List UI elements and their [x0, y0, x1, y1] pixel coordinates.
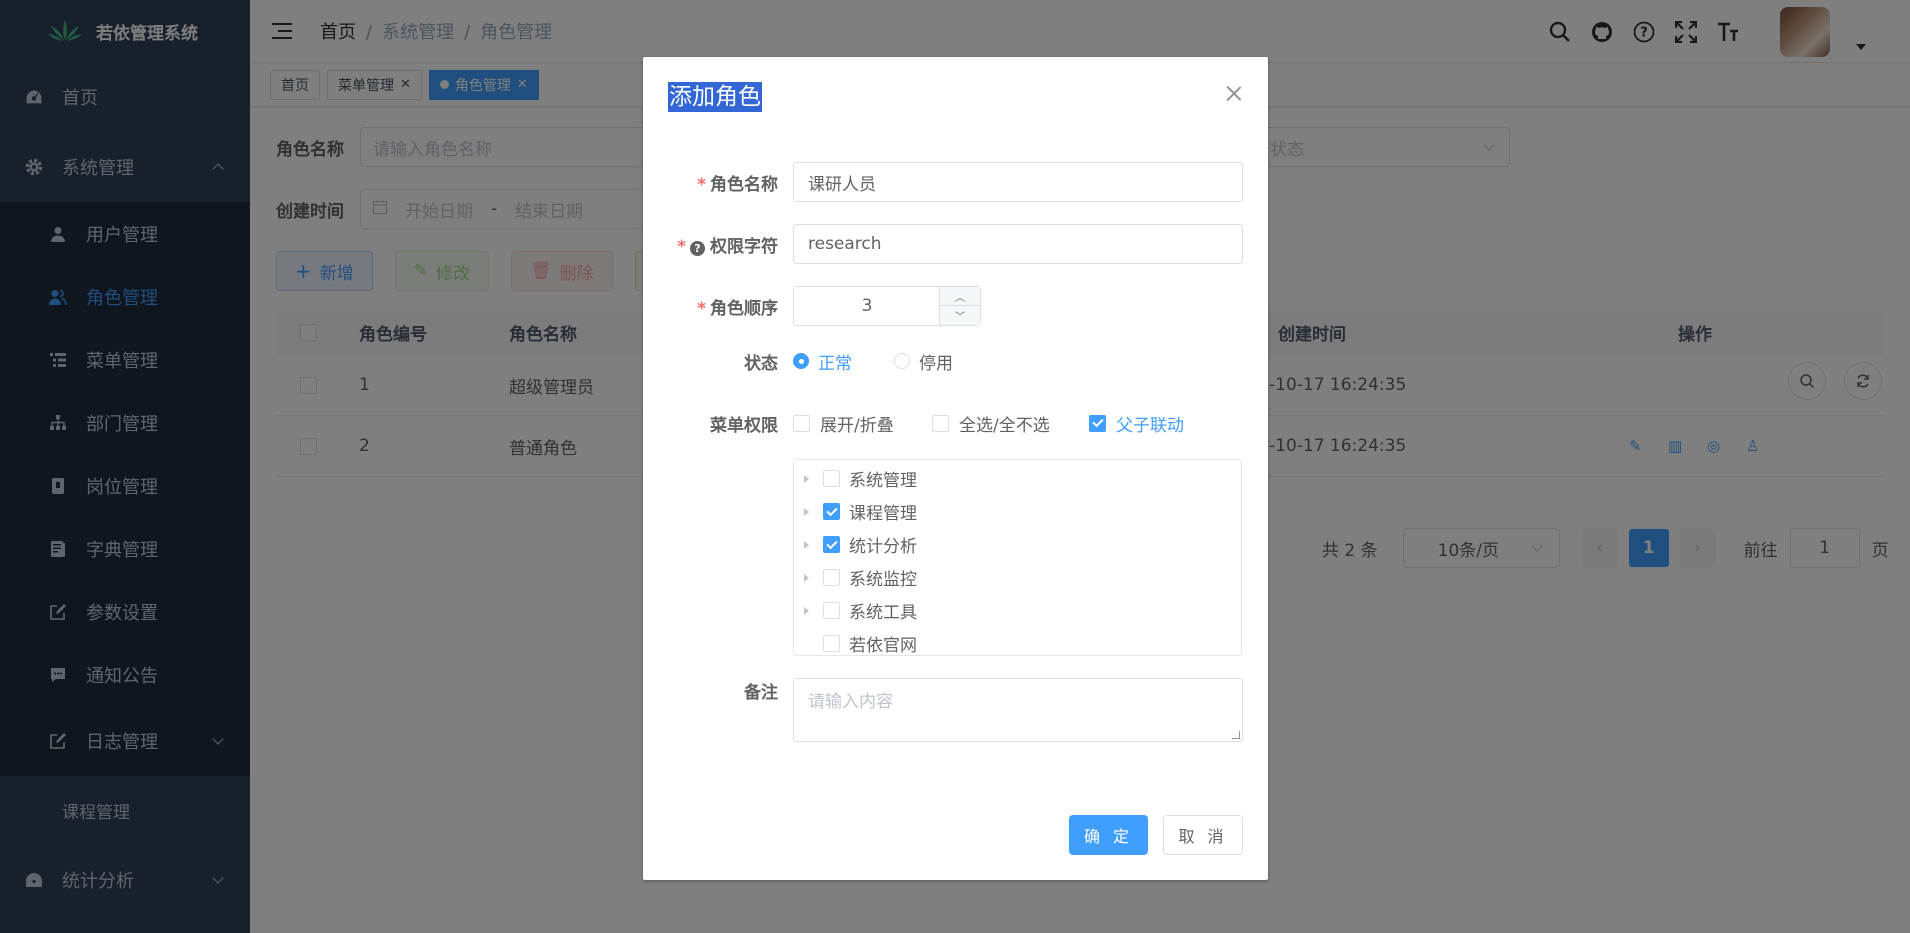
menu-tree: 系统管理 课程管理 统计分析 系统监控 系统工具 若依官网 [793, 459, 1242, 656]
resize-handle-icon[interactable] [1232, 731, 1240, 739]
chevron-up-icon[interactable]: ︿ [940, 287, 980, 306]
tree-node[interactable]: 系统管理 [794, 462, 1241, 495]
status-label: 状态 [744, 353, 778, 374]
tree-node[interactable]: 系统监控 [794, 561, 1241, 594]
select-all-checkbox[interactable]: 全选/全不选 [932, 411, 1050, 436]
perm-label: *? 权限字符 [677, 236, 778, 257]
select-all-label: 全选/全不选 [959, 415, 1050, 436]
radio-unchecked-icon [894, 353, 910, 369]
status-disabled-label: 停用 [919, 353, 953, 374]
perm-row: *? 权限字符 research [643, 224, 1268, 264]
order-row: * 角色顺序 3 ︿ ﹀ [643, 286, 1268, 326]
checkbox-unchecked [793, 414, 810, 432]
dialog-title: 添加角色 [668, 82, 762, 112]
tree-node[interactable]: 系统工具 [794, 594, 1241, 627]
tree-node-label: 课程管理 [849, 504, 917, 524]
tree-node-label: 统计分析 [849, 537, 917, 557]
tree-checkbox[interactable] [823, 635, 840, 652]
tree-node[interactable]: 若依官网 [794, 627, 1241, 660]
tree-checkbox[interactable] [823, 569, 840, 586]
order-value: 3 [861, 296, 873, 316]
menu-perm-label: 菜单权限 [710, 415, 778, 436]
caret-right-icon[interactable] [804, 507, 809, 516]
remark-label: 备注 [744, 682, 778, 703]
order-stepper[interactable]: 3 ︿ ﹀ [793, 286, 981, 326]
question-icon: ? [690, 240, 705, 256]
close-icon[interactable] [1226, 85, 1242, 101]
status-normal-label: 正常 [818, 353, 852, 374]
remark-placeholder: 请输入内容 [808, 692, 893, 712]
caret-right-icon[interactable] [804, 606, 809, 615]
menu-perm-row: 菜单权限 展开/折叠 全选/全不选 父子联动 [643, 411, 1268, 436]
role-name-field[interactable]: 课研人员 [793, 162, 1243, 202]
tree-node-label: 若依官网 [849, 636, 917, 656]
status-row: 状态 正常 停用 [643, 349, 1268, 374]
linkage-label: 父子联动 [1116, 415, 1184, 436]
order-label: * 角色顺序 [697, 298, 778, 319]
tree-node-label: 系统工具 [849, 603, 917, 623]
remark-textarea[interactable]: 请输入内容 [793, 678, 1243, 742]
tree-node[interactable]: 统计分析 [794, 528, 1241, 561]
status-normal-radio[interactable]: 正常 [793, 349, 852, 374]
role-name-label: * 角色名称 [697, 174, 778, 195]
tree-checkbox[interactable] [823, 536, 840, 553]
perm-field[interactable]: research [793, 224, 1243, 264]
tree-node[interactable]: 课程管理 [794, 495, 1241, 528]
tree-node-label: 系统监控 [849, 570, 917, 590]
radio-checked-icon [793, 353, 809, 369]
role-name-value: 课研人员 [808, 174, 876, 195]
tree-checkbox[interactable] [823, 503, 840, 520]
checkbox-checked [1089, 414, 1106, 432]
cancel-button[interactable]: 取 消 [1163, 815, 1243, 855]
role-name-row: * 角色名称 课研人员 [643, 162, 1268, 202]
tree-checkbox[interactable] [823, 602, 840, 619]
tree-checkbox[interactable] [823, 470, 840, 487]
tree-node-label: 系统管理 [849, 471, 917, 491]
stepper-controls: ︿ ﹀ [939, 287, 980, 325]
chevron-down-icon[interactable]: ﹀ [940, 306, 980, 325]
caret-right-icon[interactable] [804, 474, 809, 483]
checkbox-unchecked [932, 414, 949, 432]
perm-value: research [808, 234, 882, 254]
status-disabled-radio[interactable]: 停用 [894, 349, 953, 374]
expand-label: 展开/折叠 [820, 415, 894, 436]
caret-right-icon[interactable] [804, 573, 809, 582]
add-role-dialog: 添加角色 * 角色名称 课研人员 *? 权限字符 research * 角色顺序 3 … [643, 57, 1268, 880]
caret-right-icon[interactable] [804, 540, 809, 549]
expand-checkbox[interactable]: 展开/折叠 [793, 411, 894, 436]
linkage-checkbox[interactable]: 父子联动 [1089, 411, 1184, 436]
confirm-button[interactable]: 确 定 [1069, 815, 1148, 855]
